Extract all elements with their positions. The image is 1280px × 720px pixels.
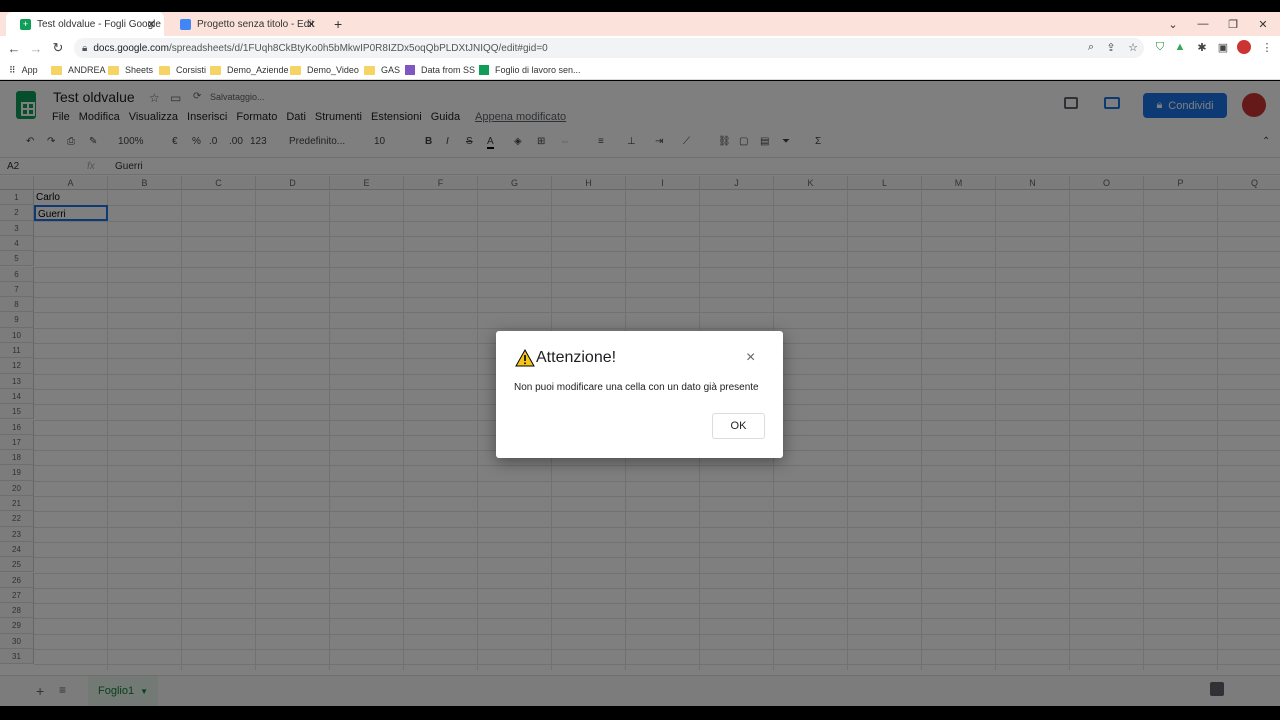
browser-menu-icon[interactable]: ⋮	[1260, 40, 1274, 54]
folder-icon	[51, 65, 62, 75]
forward-icon[interactable]: →	[28, 40, 44, 56]
bookmark-star-icon[interactable]: ☆	[1126, 40, 1140, 54]
url-path: /spreadsheets/d/1FUqh8CkBtyKo0h5bMkwIP0R…	[168, 42, 548, 54]
close-tab-icon[interactable]: ✕	[147, 18, 156, 31]
bookmark-folder[interactable]: Corsisti	[159, 63, 206, 77]
drive-extension-icon[interactable]: ▲	[1173, 40, 1187, 54]
bookmark-folder[interactable]: ANDREA	[51, 63, 106, 77]
folder-icon	[290, 65, 301, 75]
lock-icon: 🔒︎	[82, 42, 88, 54]
dialog-message: Non puoi modificare una cella con un dat…	[514, 382, 759, 393]
bookmark-folder[interactable]: Demo_Aziende	[210, 63, 289, 77]
reload-icon[interactable]: ↻	[50, 40, 66, 56]
folder-icon	[210, 65, 221, 75]
screen: + Test oldvalue - Fogli Google ✕ Progett…	[0, 0, 1280, 720]
restore-icon[interactable]: ❐	[1218, 12, 1248, 36]
bookmark-apps[interactable]: ⠿ App	[9, 63, 38, 77]
browser-tab-bar: + Test oldvalue - Fogli Google ✕ Progett…	[0, 12, 1280, 36]
bookmark-folder[interactable]: Sheets	[108, 63, 153, 77]
folder-icon	[159, 65, 170, 75]
close-icon[interactable]: ×	[746, 349, 755, 367]
extensions-puzzle-icon[interactable]: ✱	[1195, 40, 1209, 54]
folder-icon	[108, 65, 119, 75]
tab-search-icon[interactable]: ⌄	[1158, 12, 1188, 36]
url-input[interactable]: 🔒︎ docs.google.com/spreadsheets/d/1FUqh8…	[74, 38, 1144, 58]
new-tab-button[interactable]: +	[326, 12, 350, 36]
shield-extension-icon[interactable]: ⛉	[1153, 40, 1167, 54]
alert-dialog: Attenzione! × Non puoi modificare una ce…	[496, 331, 783, 458]
close-window-icon[interactable]: ✕	[1248, 12, 1278, 36]
bookmarks-bar: ⠿ App ANDREA Sheets Corsisti Demo_Aziende…	[0, 60, 1280, 80]
tab-title: Progetto senza titolo - Editor pro	[197, 18, 313, 30]
bookmark-folder[interactable]: GAS	[364, 63, 400, 77]
close-tab-icon[interactable]: ✕	[307, 18, 316, 31]
sheets-favicon-icon	[479, 65, 489, 75]
profile-avatar-icon[interactable]	[1237, 40, 1251, 54]
bookmark-favicon-icon	[405, 65, 415, 75]
share-page-icon[interactable]: ⇪	[1104, 40, 1118, 54]
address-bar-row: ← → ↻ 🔒︎ docs.google.com/spreadsheets/d/…	[0, 36, 1280, 60]
apps-script-favicon-icon	[180, 18, 191, 30]
tab-apps-script[interactable]: Progetto senza titolo - Editor pro ✕	[166, 12, 324, 36]
ok-button[interactable]: OK	[712, 413, 765, 439]
bookmark-data-from-ss[interactable]: Data from SS	[405, 63, 475, 77]
apps-grid-icon: ⠿	[9, 64, 16, 75]
dialog-title: Attenzione!	[536, 349, 617, 366]
bookmark-foglio[interactable]: Foglio di lavoro sen...	[479, 63, 581, 77]
bookmark-folder[interactable]: Demo_Video	[290, 63, 359, 77]
side-panel-icon[interactable]: ▣	[1216, 40, 1230, 54]
minimize-icon[interactable]: —	[1188, 12, 1218, 36]
tab-title: Test oldvalue - Fogli Google	[37, 18, 161, 30]
warning-icon	[515, 349, 535, 367]
tab-sheets[interactable]: + Test oldvalue - Fogli Google ✕	[6, 12, 164, 36]
sheets-favicon-icon: +	[20, 18, 31, 30]
back-icon[interactable]: ←	[6, 40, 22, 56]
url-host: docs.google.com	[93, 42, 169, 54]
zoom-icon[interactable]: ⌕	[1084, 40, 1098, 54]
folder-icon	[364, 65, 375, 75]
